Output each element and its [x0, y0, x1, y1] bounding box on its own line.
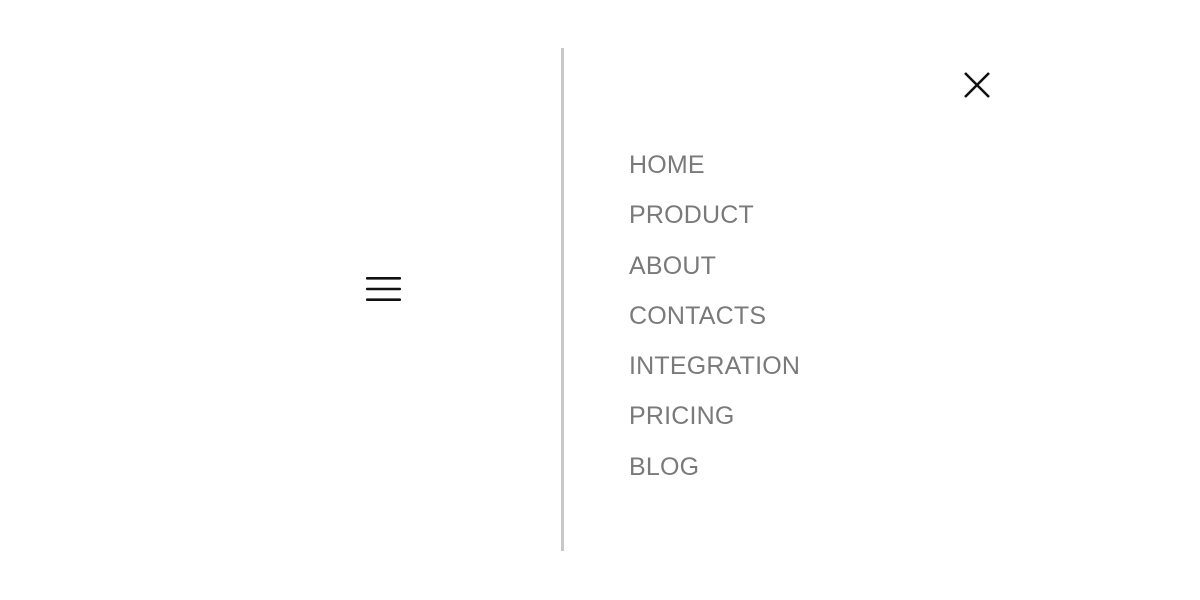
menu-item-about[interactable]: ABOUT [629, 241, 800, 291]
menu-item-blog[interactable]: BLOG [629, 442, 800, 492]
close-icon[interactable] [962, 70, 992, 100]
menu-demo-stage: HOME PRODUCT ABOUT CONTACTS INTEGRATION … [0, 0, 1200, 600]
menu-item-product[interactable]: PRODUCT [629, 190, 800, 240]
vertical-divider [561, 48, 564, 551]
menu-item-pricing[interactable]: PRICING [629, 391, 800, 441]
menu-item-home[interactable]: HOME [629, 140, 800, 190]
hamburger-lines [366, 277, 401, 301]
menu-item-integration[interactable]: INTEGRATION [629, 341, 800, 391]
navigation-menu: HOME PRODUCT ABOUT CONTACTS INTEGRATION … [629, 140, 800, 492]
close-cross [964, 72, 990, 98]
hamburger-menu-icon[interactable] [366, 276, 401, 302]
menu-item-contacts[interactable]: CONTACTS [629, 291, 800, 341]
